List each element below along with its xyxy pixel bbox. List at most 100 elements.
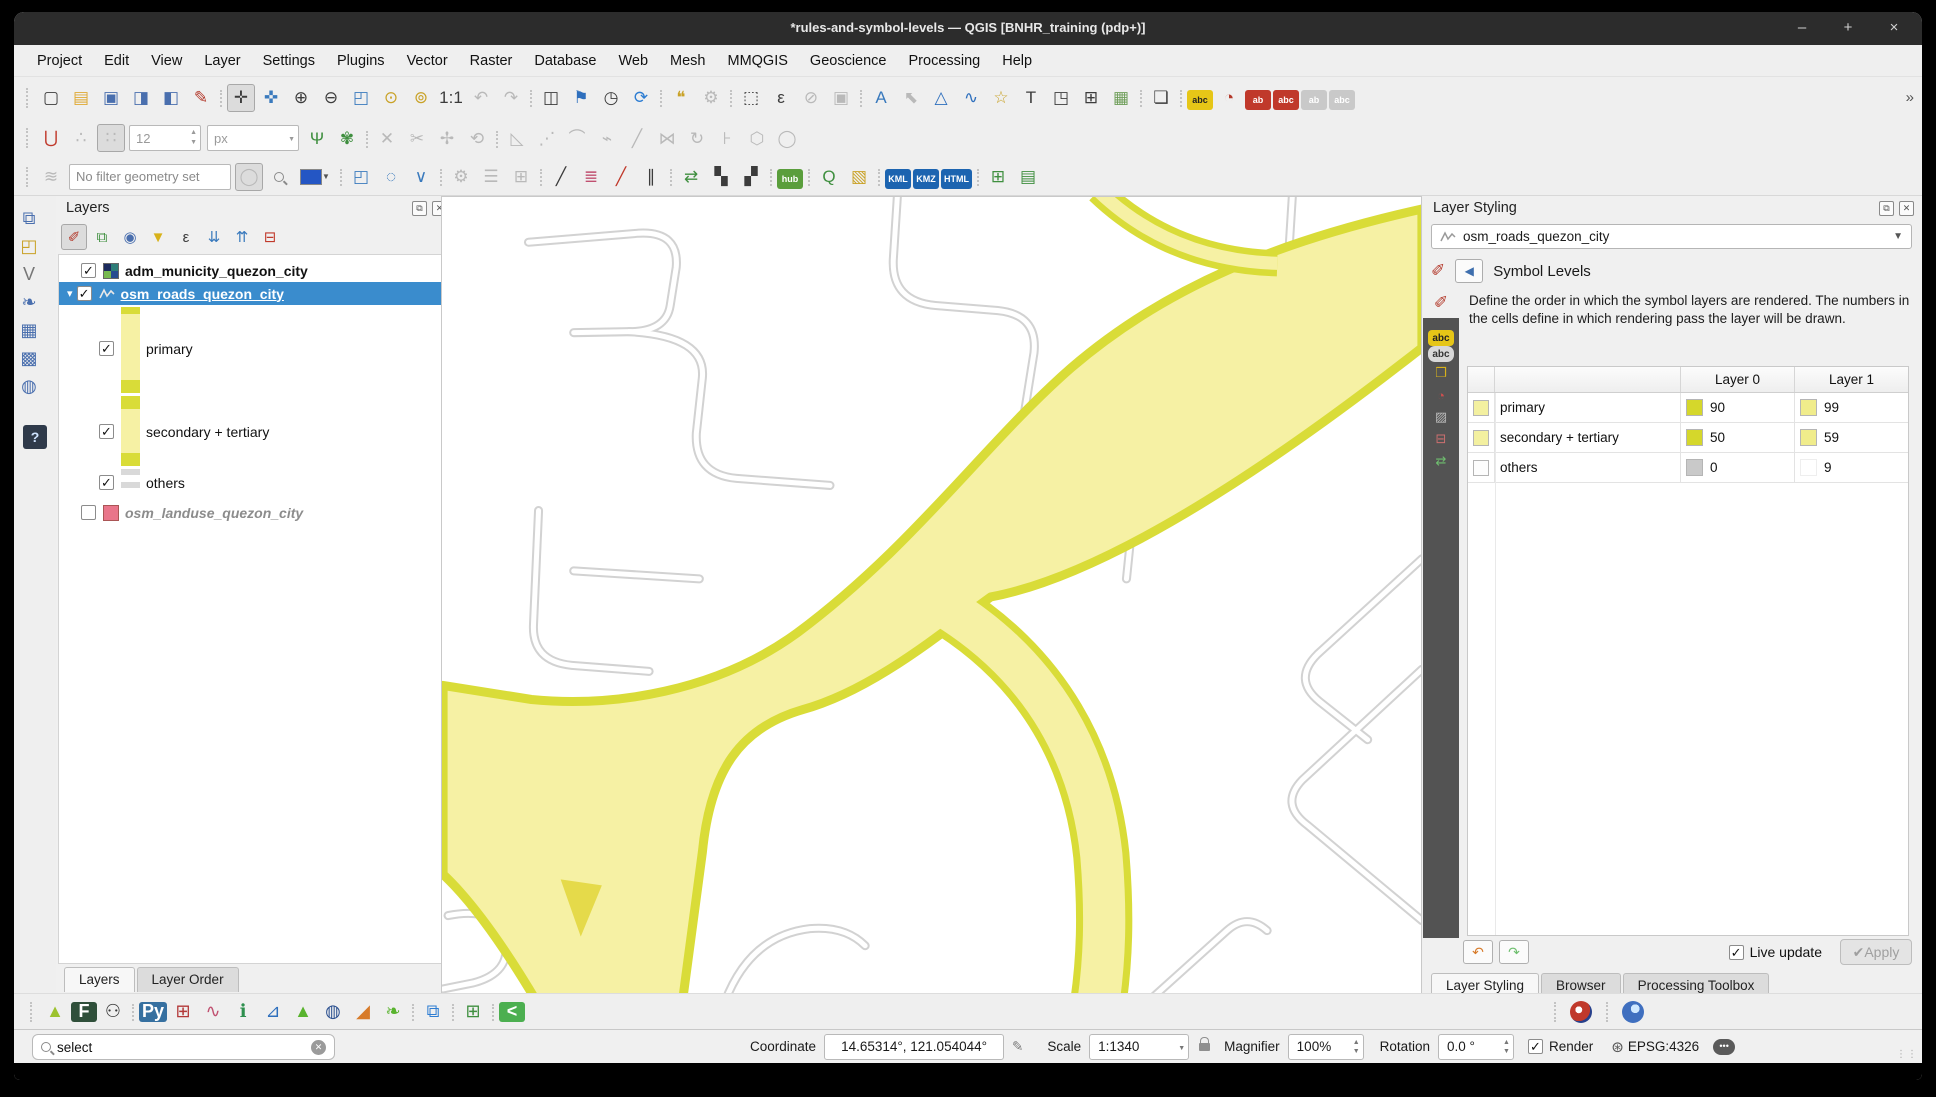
zoom-last-icon[interactable]: ↶ [467, 84, 495, 112]
slope-red-icon[interactable]: ╱ [607, 163, 635, 191]
close-button[interactable]: × [1882, 16, 1906, 40]
layer-select-combo[interactable]: osm_roads_quezon_city ▼ [1431, 224, 1912, 249]
html-annotation-icon[interactable]: ◳ [1047, 84, 1075, 112]
run-feature-action-icon[interactable]: ⚙ [697, 84, 725, 112]
table-row[interactable]: secondary + tertiary 50 59 [1468, 423, 1908, 453]
identify-spy-icon[interactable] [265, 163, 293, 191]
temporal-controller-icon[interactable]: ◷ [597, 84, 625, 112]
text-annotation-icon[interactable]: T [1017, 84, 1045, 112]
new-map-view-icon[interactable]: ◫ [537, 84, 565, 112]
close-panel-icon[interactable]: ✕ [1899, 201, 1914, 216]
extent-pen-icon[interactable]: ✎ [1012, 1039, 1023, 1055]
new-geopackage-icon[interactable]: ◰ [15, 232, 43, 260]
reshape-icon[interactable]: ⌁ [593, 125, 621, 153]
toolbar-grip[interactable] [30, 1002, 32, 1022]
new-spatialite-icon[interactable]: ❧ [15, 288, 43, 316]
add-grid-icon[interactable]: ⊞ [459, 998, 487, 1026]
clear-search-icon[interactable]: ✕ [311, 1040, 326, 1055]
redo-button[interactable]: ↷ [1499, 940, 1529, 964]
image-annotation-icon[interactable]: ▦ [1107, 84, 1135, 112]
zoom-to-selection-icon[interactable]: ⊙ [377, 84, 405, 112]
select-by-expression-icon[interactable]: ε [767, 84, 795, 112]
grid-green-icon[interactable]: ⊞ [984, 163, 1012, 191]
move-features-icon[interactable]: ✢ [433, 125, 461, 153]
digitize-v-icon[interactable]: ∨ [407, 163, 435, 191]
rendering-icon[interactable]: ▨ [1428, 406, 1454, 428]
line-annotation-icon[interactable]: ∿ [957, 84, 985, 112]
remove-layer-icon[interactable]: ⊟ [257, 224, 283, 250]
menu-item[interactable]: Raster [459, 49, 524, 73]
open-styling-dock-icon[interactable]: ✐ [61, 224, 87, 250]
zoom-next-icon[interactable]: ↷ [497, 84, 525, 112]
refresh-map-icon[interactable]: ⟳ [627, 84, 655, 112]
log-messages-icon[interactable]: ❏ [1147, 84, 1175, 112]
clear-filter-button[interactable]: ◯ [235, 163, 263, 191]
digitize-shape-icon[interactable]: ✾ [333, 125, 361, 153]
back-button[interactable]: ◀ [1455, 259, 1483, 283]
current-edits-icon[interactable]: Ψ [303, 125, 331, 153]
rule-checkbox[interactable]: ✓ [99, 341, 114, 356]
menu-item[interactable]: Web [607, 49, 659, 73]
history-icon[interactable]: ⇄ [1428, 450, 1454, 472]
layer-checkbox[interactable]: ✓ [81, 263, 96, 278]
select-features-icon[interactable]: ⬚ [737, 84, 765, 112]
new-gpx-layer-icon[interactable]: ◍ [15, 372, 43, 400]
show-hidden-labels-icon[interactable]: ab [1301, 90, 1327, 110]
kmz-icon[interactable]: KMZ [913, 169, 939, 189]
offset-curve-icon[interactable]: ⌒ [563, 123, 591, 151]
symbol-size-spinbox[interactable]: 12▲▼ [129, 125, 201, 151]
layer1-cell[interactable]: 59 [1795, 423, 1908, 452]
rule-item-primary[interactable]: ✓ primary [59, 337, 452, 360]
share-plugin-icon[interactable]: < [499, 1002, 525, 1022]
vertex-tool-icon[interactable]: ⋰ [533, 125, 561, 153]
expand-arrow-icon[interactable]: ▾ [67, 287, 73, 300]
rule-item-secondary[interactable]: ✓ secondary + tertiary [59, 420, 452, 443]
legend-table-icon[interactable]: ▤ [1014, 163, 1042, 191]
open-project-icon[interactable]: ▤ [67, 84, 95, 112]
qhub-icon[interactable]: hub [777, 169, 803, 189]
profile-tool-icon[interactable]: ∿ [199, 998, 227, 1026]
toolbar-overflow-chevron[interactable]: » [1906, 89, 1914, 106]
search-plugin-icon[interactable]: ⚇ [99, 998, 127, 1026]
new-circles-icon[interactable]: ◌ [377, 163, 405, 191]
wrench-icon[interactable]: ⚙ [447, 163, 475, 191]
save-project-icon[interactable]: ▣ [97, 84, 125, 112]
rule-checkbox[interactable]: ✓ [99, 424, 114, 439]
firefox-plugin-icon[interactable] [1570, 1001, 1592, 1023]
crs-globe-icon[interactable]: ⊛ [1611, 1038, 1624, 1056]
split-features-icon[interactable]: ╱ [623, 125, 651, 153]
resize-grip[interactable]: ⋮⋮ [1896, 1049, 1918, 1060]
fusion-plugin-icon[interactable]: F [71, 1002, 97, 1022]
masks-icon[interactable]: abc [1428, 346, 1454, 362]
menu-item[interactable]: Settings [252, 49, 326, 73]
manage-themes-icon[interactable]: ◉ [117, 224, 143, 250]
filter-legend-icon[interactable]: ▼ [145, 224, 171, 250]
matrix-plugin-icon[interactable]: ⊞ [169, 998, 197, 1026]
layer-item-osm-roads[interactable]: ▾ ✓ osm_roads_quezon_city [59, 282, 452, 305]
new-print-layout-icon[interactable]: ◨ [127, 84, 155, 112]
layer-item-adm-municity[interactable]: ✓ adm_municity_quezon_city [59, 259, 452, 282]
rule-checkbox[interactable]: ✓ [99, 475, 114, 490]
layer-item-osm-landuse[interactable]: osm_landuse_quezon_city [59, 501, 452, 524]
diagrams-icon[interactable]: ◔ [1428, 384, 1454, 406]
move-label-icon[interactable]: abc [1329, 90, 1355, 110]
menu-item[interactable]: View [140, 49, 193, 73]
terrain-plugin-icon[interactable]: ▲ [289, 998, 317, 1026]
copy-layout-icon[interactable]: ⧉ [419, 998, 447, 1026]
map-tips-icon[interactable]: ❝ [667, 84, 695, 112]
rotation-spinbox[interactable]: 0.0 °▲▼ [1438, 1034, 1514, 1060]
undock-panel-icon[interactable]: ⧉ [412, 201, 427, 216]
filter-wave-icon[interactable]: ≋ [37, 163, 65, 191]
3d-view-icon[interactable]: ❒ [1428, 362, 1454, 384]
menu-item[interactable]: Database [523, 49, 607, 73]
kml-icon[interactable]: KML [885, 169, 911, 189]
layer-checkbox[interactable] [81, 505, 96, 520]
menu-item[interactable]: Processing [898, 49, 992, 73]
search-layers-icon[interactable]: Q [815, 163, 843, 191]
menu-item[interactable]: Help [991, 49, 1043, 73]
form-annotation-icon[interactable]: ⊞ [1077, 84, 1105, 112]
polygon-annotation-icon[interactable]: △ [927, 84, 955, 112]
delta-plugin-icon[interactable]: ▲ [41, 998, 69, 1026]
snapping-icon[interactable]: ⋃ [37, 124, 65, 152]
filter-expression-icon[interactable]: ε [173, 224, 199, 250]
